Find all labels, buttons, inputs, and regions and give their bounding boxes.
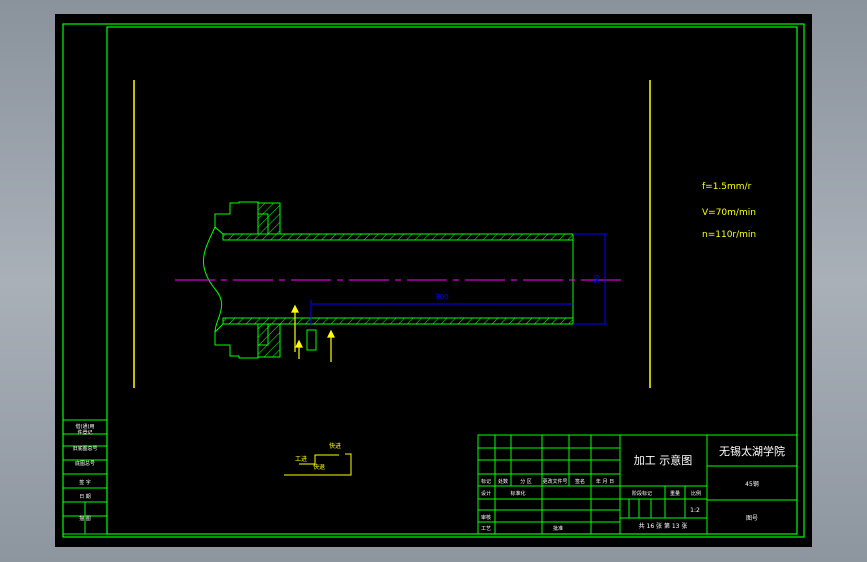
side-row-4: 签 字	[79, 479, 91, 486]
drawing-viewport[interactable]: 300 50 f=1.5mm/r V=70m/min n=110r/min 工进…	[55, 14, 812, 547]
drawing-name: 加工 示意图	[634, 453, 693, 467]
weight-label: 重量	[670, 490, 680, 497]
feed-param: f=1.5mm/r	[702, 182, 752, 192]
sheet-info: 共 16 张 第 13 张	[639, 522, 688, 530]
standard-label: 标准化	[510, 490, 525, 497]
dimension-length-label: 300	[435, 293, 448, 301]
side-row-2: 旧底图总号	[72, 445, 97, 452]
school-name: 无锡太湖学院	[719, 444, 785, 458]
dimension-diameter: 50	[573, 233, 607, 325]
dimension-diameter-label: 50	[593, 275, 601, 284]
hdr-zone: 分 区	[520, 478, 532, 485]
hdr-change: 更改文件号	[542, 478, 567, 485]
inset-fast-in: 快进	[329, 442, 341, 450]
approve-label: 批准	[553, 525, 563, 532]
hdr-date: 年 月 日	[596, 478, 614, 485]
process-label: 工艺	[481, 526, 491, 532]
inset-work-in: 工进	[295, 455, 307, 463]
scale-value: 1:2	[690, 507, 700, 514]
stage-mark-label: 阶段标记	[632, 490, 652, 497]
inset-fast-out: 快退	[313, 463, 325, 471]
hdr-mark: 标记	[481, 478, 491, 485]
review-label: 审核	[481, 514, 491, 521]
hdr-count: 处数	[498, 478, 508, 485]
scale-label: 比例	[691, 490, 701, 497]
cad-drawing: 300 50 f=1.5mm/r V=70m/min n=110r/min 工进…	[62, 23, 805, 538]
side-row-1: 件登记	[77, 429, 92, 436]
speed-param: V=70m/min	[702, 208, 756, 218]
feed-arrows	[291, 304, 335, 362]
rpm-param: n=110r/min	[702, 230, 756, 240]
hdr-sign: 签名	[575, 478, 585, 485]
side-row-0: 借(通)用	[76, 423, 95, 430]
side-row-5: 日 期	[79, 494, 91, 500]
material-ref: 45钢	[745, 480, 759, 488]
side-row-6: 描 图	[79, 515, 91, 522]
design-label: 设计	[481, 490, 491, 497]
side-row-3: 底图总号	[75, 460, 95, 467]
note-cell: 图号	[746, 515, 758, 522]
